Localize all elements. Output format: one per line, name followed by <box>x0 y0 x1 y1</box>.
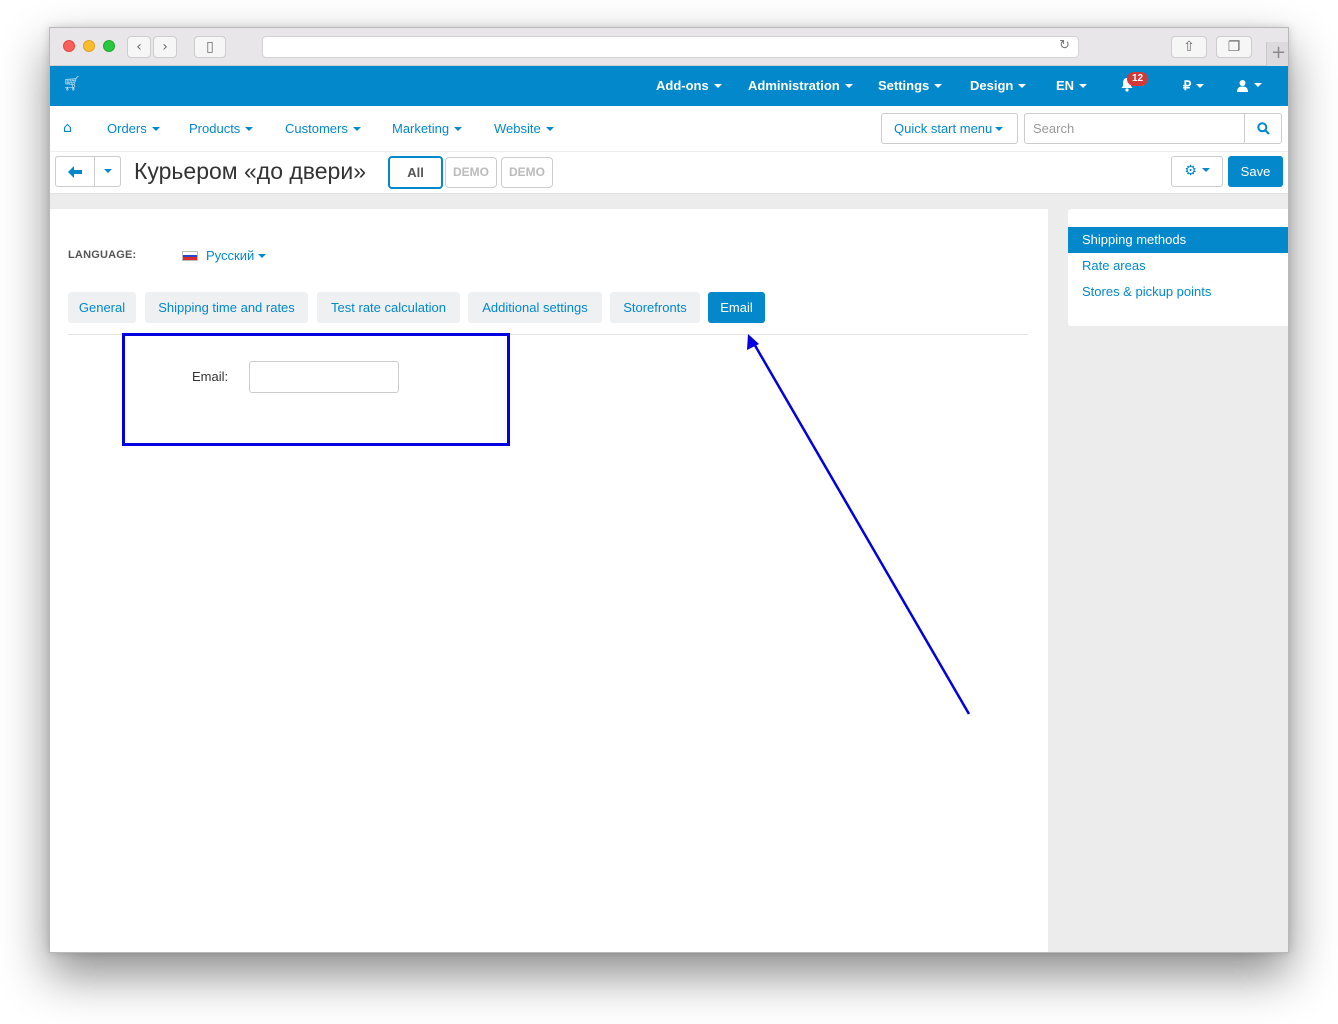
shopping-cart-icon[interactable]: 🛒︎ <box>63 76 81 92</box>
menu-design-label: Design <box>970 78 1014 93</box>
chevron-down-icon <box>1196 83 1205 88</box>
menu-language-label: EN <box>1056 78 1075 93</box>
annotation-highlight-box <box>122 333 510 446</box>
user-icon <box>1237 80 1248 93</box>
language-selector[interactable]: Русский <box>206 248 267 263</box>
menu-language[interactable]: EN <box>1056 78 1088 93</box>
language-label: LANGUAGE: <box>68 249 137 261</box>
menu-administration-label: Administration <box>748 78 840 93</box>
menu-addons-label: Add-ons <box>656 78 709 93</box>
main-navigation: ⌂ Orders Products Customers Marketing We… <box>50 106 1288 152</box>
chevron-down-icon <box>1201 168 1210 172</box>
minimize-window-button[interactable] <box>83 40 95 52</box>
nav-website-label: Website <box>494 121 541 136</box>
quick-start-menu-button[interactable]: Quick start menu <box>881 113 1018 144</box>
nav-customers-label: Customers <box>285 121 348 136</box>
storefront-demo-2-button[interactable]: DEMO <box>501 157 553 188</box>
chevron-down-icon <box>258 253 267 258</box>
user-menu[interactable] <box>1236 77 1262 93</box>
chevron-down-icon <box>151 126 160 131</box>
back-history-dropdown[interactable] <box>94 156 121 187</box>
nav-marketing-label: Marketing <box>392 121 450 136</box>
arrow-left-icon <box>68 165 82 178</box>
chevron-down-icon <box>1254 82 1262 87</box>
menu-settings-label: Settings <box>878 78 930 93</box>
chevron-down-icon <box>1018 83 1027 88</box>
search-icon <box>1256 121 1270 135</box>
storefront-demo-1-button[interactable]: DEMO <box>445 157 497 188</box>
tab-additional-settings[interactable]: Additional settings <box>468 292 602 323</box>
tabs-overview-icon[interactable]: ❐ <box>1216 36 1252 58</box>
chevron-down-icon <box>245 126 254 131</box>
settings-dropdown-button[interactable]: ⚙ <box>1171 156 1223 187</box>
nav-orders[interactable]: Orders <box>107 121 160 136</box>
chevron-down-icon <box>1079 83 1088 88</box>
content-area: LANGUAGE: Русский General Shipping time … <box>50 194 1288 952</box>
nav-customers[interactable]: Customers <box>285 121 361 136</box>
nav-products[interactable]: Products <box>189 121 254 136</box>
sidebar-panel: Shipping methods Rate areas Stores & pic… <box>1068 209 1288 326</box>
screenshot-stage: ‹ › ▯ ↻ ⇧ ❐ + 🛒︎ Add-ons Administration … <box>0 0 1338 1024</box>
chevron-down-icon <box>844 83 853 88</box>
browser-toolbar: ‹ › ▯ ↻ ⇧ ❐ + <box>50 28 1288 66</box>
sidebar-toggle-icon[interactable]: ▯ <box>194 36 226 58</box>
tab-general[interactable]: General <box>68 292 136 323</box>
menu-addons[interactable]: Add-ons <box>656 78 722 93</box>
menu-administration[interactable]: Administration <box>748 78 853 93</box>
gear-icon: ⚙ <box>1184 163 1197 179</box>
new-tab-icon[interactable]: + <box>1266 42 1288 66</box>
address-bar[interactable]: ↻ <box>262 36 1079 58</box>
chevron-down-icon <box>352 126 361 131</box>
russian-flag-icon <box>182 251 198 261</box>
chevron-down-icon <box>713 83 722 88</box>
menu-currency-label: ₽ <box>1183 78 1192 93</box>
page-title: Курьером «до двери» <box>134 158 366 184</box>
tab-storefronts[interactable]: Storefronts <box>610 292 700 323</box>
chevron-down-icon <box>545 126 554 131</box>
main-panel: LANGUAGE: Русский General Shipping time … <box>50 209 1048 952</box>
menu-currency[interactable]: ₽ <box>1183 78 1205 94</box>
back-button[interactable] <box>55 156 95 187</box>
tab-shipping-time-and-rates[interactable]: Shipping time and rates <box>145 292 308 323</box>
sidebar-item-shipping-methods[interactable]: Shipping methods <box>1068 227 1288 253</box>
home-icon[interactable]: ⌂ <box>63 120 72 136</box>
notifications-count-badge: 12 <box>1127 72 1149 86</box>
sidebar-item-rate-areas[interactable]: Rate areas <box>1068 253 1288 279</box>
page-header: Курьером «до двери» All DEMO DEMO ⚙ Save <box>50 152 1288 194</box>
chevron-down-icon <box>454 126 463 131</box>
reload-icon[interactable]: ↻ <box>1059 38 1070 53</box>
sidebar-item-stores-pickup-points[interactable]: Stores & pickup points <box>1068 279 1288 305</box>
tab-test-rate-calculation[interactable]: Test rate calculation <box>317 292 460 323</box>
save-button[interactable]: Save <box>1228 156 1283 187</box>
chevron-down-icon <box>934 83 943 88</box>
nav-website[interactable]: Website <box>494 121 554 136</box>
menu-settings[interactable]: Settings <box>878 78 943 93</box>
tab-email[interactable]: Email <box>708 292 765 323</box>
nav-products-label: Products <box>189 121 241 136</box>
chevron-down-icon <box>103 168 112 173</box>
close-window-button[interactable] <box>63 40 75 52</box>
browser-forward-icon[interactable]: › <box>153 36 177 58</box>
share-icon[interactable]: ⇧ <box>1171 36 1207 58</box>
browser-window: ‹ › ▯ ↻ ⇧ ❐ + 🛒︎ Add-ons Administration … <box>49 27 1289 953</box>
menu-design[interactable]: Design <box>970 78 1027 93</box>
admin-top-bar: 🛒︎ Add-ons Administration Settings Desig… <box>50 66 1288 106</box>
maximize-window-button[interactable] <box>103 40 115 52</box>
nav-orders-label: Orders <box>107 121 147 136</box>
search-input[interactable]: Search <box>1024 113 1244 144</box>
search-button[interactable] <box>1244 113 1282 144</box>
chevron-down-icon <box>995 126 1004 131</box>
language-selector-label: Русский <box>206 248 255 263</box>
browser-back-icon[interactable]: ‹ <box>127 36 151 58</box>
nav-marketing[interactable]: Marketing <box>392 121 463 136</box>
storefront-all-button[interactable]: All <box>388 156 443 189</box>
quick-start-label: Quick start menu <box>894 121 993 136</box>
